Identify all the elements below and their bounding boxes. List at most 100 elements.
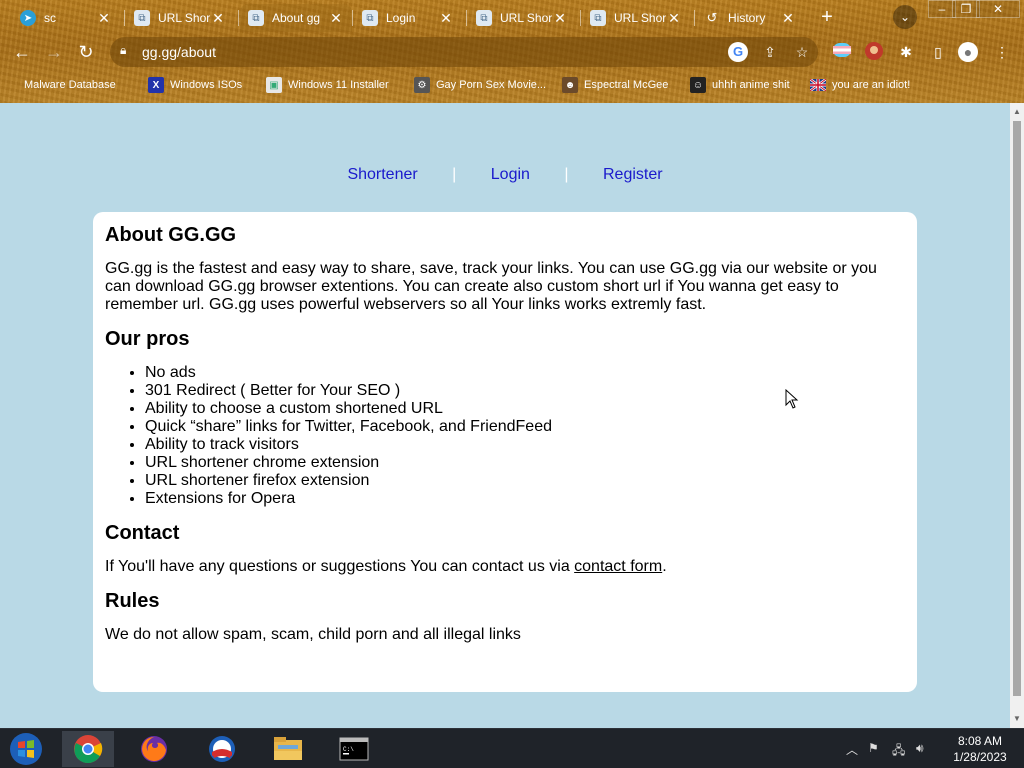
link-icon: ⧉ <box>476 10 492 26</box>
tab-title: History <box>728 11 766 25</box>
network-icon[interactable]: 🖧︎ <box>892 741 905 762</box>
avatar-extension-icon[interactable] <box>864 42 884 62</box>
nav-separator: | <box>452 166 457 183</box>
tab-title: URL Short <box>614 11 666 25</box>
show-hidden-icons-icon[interactable]: ︿ <box>846 741 858 758</box>
action-center-flag-icon[interactable]: ⚑ <box>868 741 879 755</box>
close-icon[interactable]: ✕ <box>666 10 682 27</box>
bookmarks-bar: Malware Database X Windows ISOs ▣ Window… <box>0 72 1024 98</box>
scroll-down-icon[interactable]: ▼ <box>1010 712 1024 726</box>
side-panel-icon[interactable]: ▯ <box>928 42 948 62</box>
scroll-up-icon[interactable]: ▲ <box>1010 105 1024 119</box>
volume-icon[interactable]: 🔊︎ <box>916 741 924 756</box>
tab-divider <box>352 10 353 26</box>
close-icon: ✕ <box>992 2 1004 16</box>
close-icon[interactable]: ✕ <box>780 10 796 27</box>
link-icon: ⧉ <box>590 10 606 26</box>
tab-divider <box>238 10 239 26</box>
close-window-button[interactable]: ✕ <box>976 0 1020 18</box>
list-item: No ads <box>145 364 905 382</box>
page-scrollbar[interactable]: ▲ ▼ <box>1010 103 1024 728</box>
bookmark-windows-isos[interactable]: X Windows ISOs <box>148 75 242 95</box>
tab-title: Login <box>386 11 416 25</box>
close-icon[interactable]: ✕ <box>552 10 568 27</box>
pros-list: No ads 301 Redirect ( Better for Your SE… <box>145 364 905 508</box>
svg-text:C:\: C:\ <box>343 746 354 753</box>
star-icon[interactable]: ☆ <box>792 42 812 62</box>
nav-link-shortener[interactable]: Shortener <box>347 166 417 183</box>
contact-paragraph: If You'll have any questions or suggesti… <box>105 558 905 576</box>
back-button[interactable]: ← <box>10 40 34 64</box>
address-bar[interactable]: 🔒︎ gg.gg/about G ⇪ ☆ <box>110 37 818 67</box>
forward-arrow-icon: → <box>45 42 63 62</box>
close-icon[interactable]: ✕ <box>328 10 344 27</box>
link-icon: ⧉ <box>248 10 264 26</box>
bookmark-you-are-an-idiot[interactable]: you are an idiot! <box>810 75 910 95</box>
history-icon: ↺ <box>706 10 718 25</box>
menu-kebab-icon[interactable]: ⋮ <box>992 42 1012 62</box>
anime-icon: ☺ <box>690 77 706 93</box>
bookmark-gay-porn-sex-movie[interactable]: ⚙ Gay Porn Sex Movie... <box>414 75 546 95</box>
bookmark-espectral-mcgee[interactable]: ☻ Espectral McGee <box>562 75 668 95</box>
chevron-down-icon: ⌄ <box>899 10 911 24</box>
start-button[interactable] <box>0 731 52 767</box>
browser-chrome: ➤ sc ✕ ⧉ URL Short ✕ ⧉ About gg ✕ ⧉ Logi… <box>0 0 1024 103</box>
tab-divider <box>124 10 125 26</box>
link-icon: ⧉ <box>362 10 378 26</box>
share-icon[interactable]: ⇪ <box>760 42 780 62</box>
bookmark-label: you are an idiot! <box>832 79 911 91</box>
bookmark-malware-database[interactable]: Malware Database <box>14 75 116 95</box>
forward-button[interactable]: → <box>42 40 66 64</box>
google-icon[interactable]: G <box>728 42 748 62</box>
trans-flag-extension-icon[interactable] <box>832 42 852 62</box>
image-icon: ▣ <box>266 77 282 93</box>
site-icon: ⚙ <box>414 77 430 93</box>
system-clock[interactable]: 8:08 AM 1/28/2023 <box>940 733 1020 765</box>
taskbar-firefox[interactable] <box>128 731 180 767</box>
bookmark-label: Espectral McGee <box>584 79 669 91</box>
bookmark-windows-11-installer[interactable]: ▣ Windows 11 Installer <box>266 75 389 95</box>
bookmark-label: Windows ISOs <box>170 79 243 91</box>
tab-history[interactable]: ↺ History ✕ <box>696 4 804 32</box>
bookmark-uhhh-anime[interactable]: ☺ uhhh anime shit <box>690 75 790 95</box>
taskbar-file-explorer[interactable] <box>262 731 314 767</box>
list-item: Quick “share” links for Twitter, Faceboo… <box>145 418 905 436</box>
url-text[interactable]: gg.gg/about <box>142 44 216 60</box>
close-icon[interactable]: ✕ <box>96 10 112 27</box>
taskbar-chrome[interactable] <box>62 731 114 767</box>
taskbar-terminal[interactable]: C:\ <box>328 731 380 767</box>
nav-link-register[interactable]: Register <box>603 166 663 183</box>
tab-login[interactable]: ⧉ Login ✕ <box>354 4 462 32</box>
extensions-puzzle-icon[interactable]: ✱ <box>896 42 916 62</box>
bookmark-label: uhhh anime shit <box>712 79 790 91</box>
new-tab-button[interactable]: + <box>814 6 840 30</box>
toolbar: ← → ↻ 🔒︎ gg.gg/about G ⇪ ☆ ✱ ▯ ● ⋮ <box>0 34 1024 70</box>
tab-strip: ➤ sc ✕ ⧉ URL Short ✕ ⧉ About gg ✕ ⧉ Logi… <box>0 0 1024 34</box>
scrollbar-thumb[interactable] <box>1013 121 1021 696</box>
tab-about-gg[interactable]: ⧉ About gg ✕ <box>240 4 352 32</box>
tab-url-shortener-2[interactable]: ⧉ URL Short ✕ <box>468 4 576 32</box>
nav-link-login[interactable]: Login <box>491 166 530 183</box>
tab-title: URL Short <box>158 11 210 25</box>
firefox-icon <box>141 736 167 762</box>
taskbar-obama-app[interactable] <box>196 731 248 767</box>
list-item: URL shortener firefox extension <box>145 472 905 490</box>
tab-url-shortener-3[interactable]: ⧉ URL Short ✕ <box>582 4 690 32</box>
back-arrow-icon: ← <box>13 42 31 62</box>
tab-title: URL Short <box>500 11 552 25</box>
close-icon[interactable]: ✕ <box>438 10 454 27</box>
profile-avatar-icon[interactable]: ● <box>958 42 978 62</box>
contact-form-link[interactable]: contact form <box>574 558 662 575</box>
tab-search-button[interactable]: ⌄ <box>893 5 917 29</box>
about-card: About GG.GG GG.gg is the fastest and eas… <box>93 212 917 692</box>
contact-text-end: . <box>662 558 667 575</box>
character-icon: ☻ <box>562 77 578 93</box>
uk-flag-icon <box>810 77 826 93</box>
reload-button[interactable]: ↻ <box>74 40 98 64</box>
tab-title: sc <box>44 11 56 25</box>
bookmark-label: Windows 11 Installer <box>288 79 389 91</box>
tab-sc[interactable]: ➤ sc ✕ <box>12 4 120 32</box>
file-explorer-icon <box>274 737 302 760</box>
close-icon[interactable]: ✕ <box>210 10 226 27</box>
tab-url-shortener[interactable]: ⧉ URL Short ✕ <box>126 4 234 32</box>
